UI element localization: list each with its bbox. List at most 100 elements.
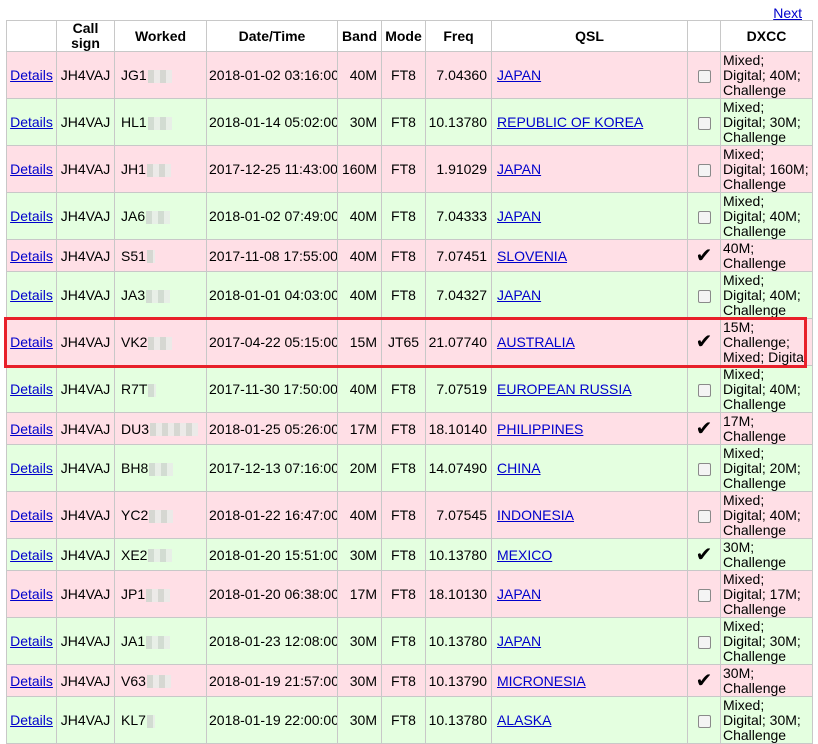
worked-callsign: V63 (121, 672, 146, 689)
details-link[interactable]: Details (10, 460, 53, 476)
band-cell: 30M (337, 664, 382, 697)
mode-cell: FT8 (381, 617, 426, 665)
redacted-callsign (149, 462, 174, 476)
qsl-entity-link[interactable]: PHILIPPINES (497, 421, 583, 437)
col-details-header (6, 20, 57, 52)
checkbox[interactable] (697, 69, 711, 83)
qsl-entity-link[interactable]: JAPAN (497, 633, 541, 649)
checkbox[interactable] (697, 383, 711, 397)
checkbox[interactable] (697, 163, 711, 177)
details-cell: Details (6, 51, 57, 99)
checkbox[interactable] (697, 462, 711, 476)
checkbox[interactable] (697, 509, 711, 523)
worked-callsign: JA6 (121, 208, 146, 224)
worked-cell: XE2 (114, 538, 207, 571)
next-page-link[interactable]: Next (773, 5, 802, 21)
details-link[interactable]: Details (10, 114, 53, 130)
freq-cell: 14.07490 (425, 444, 492, 492)
freq-cell: 7.04360 (425, 51, 492, 99)
call-sign-cell: JH4VAJ (56, 491, 115, 539)
datetime-cell: 2018-01-19 21:57:00 (206, 664, 338, 697)
checkbox[interactable] (697, 714, 711, 728)
checkbox[interactable] (697, 635, 711, 649)
qsl-entity-link[interactable]: ALASKA (497, 712, 551, 728)
dxcc-cell: Mixed; Digital; 40M; Challenge (720, 192, 813, 240)
mode-cell: FT8 (381, 570, 426, 618)
qsl-entity-link[interactable]: INDONESIA (497, 507, 574, 523)
details-link[interactable]: Details (10, 633, 53, 649)
call-sign-cell: JH4VAJ (56, 192, 115, 240)
qsl-cell: JAPAN (491, 51, 688, 99)
mode-cell: FT8 (381, 696, 426, 744)
qsl-entity-link[interactable]: JAPAN (497, 67, 541, 83)
checkbox[interactable] (697, 116, 711, 130)
worked-cell: DU3 (114, 412, 207, 445)
redacted-callsign (146, 163, 171, 177)
band-cell: 30M (337, 538, 382, 571)
qsl-cell: JAPAN (491, 617, 688, 665)
qsl-cell: JAPAN (491, 271, 688, 319)
datetime-cell: 2018-01-01 04:03:00 (206, 271, 338, 319)
details-cell: Details (6, 98, 57, 146)
confirm-cell (687, 51, 721, 99)
qsl-entity-link[interactable]: MICRONESIA (497, 673, 586, 689)
confirm-cell (687, 271, 721, 319)
details-link[interactable]: Details (10, 547, 53, 563)
mode-cell: FT8 (381, 444, 426, 492)
qsl-entity-link[interactable]: JAPAN (497, 287, 541, 303)
table-row: Details JH4VAJ DU3 2018-01-25 05:26:00 17M FT… (6, 412, 813, 445)
worked-cell: BH8 (114, 444, 207, 492)
confirm-cell (687, 365, 721, 413)
qsl-entity-link[interactable]: REPUBLIC OF KOREA (497, 114, 643, 130)
details-link[interactable]: Details (10, 712, 53, 728)
details-link[interactable]: Details (10, 586, 53, 602)
qsl-cell: ALASKA (491, 696, 688, 744)
qsl-entity-link[interactable]: AUSTRALIA (497, 334, 575, 350)
details-link[interactable]: Details (10, 287, 53, 303)
table-row: Details JH4VAJ JH1 2017-12-25 11:43:00 160M F… (6, 145, 813, 193)
checkbox[interactable] (697, 210, 711, 224)
details-cell: Details (6, 271, 57, 319)
table-row: Details JH4VAJ JA1 2018-01-23 12:08:00 30M FT… (6, 617, 813, 665)
mode-cell: FT8 (381, 145, 426, 193)
checkbox[interactable] (697, 289, 711, 303)
qsl-cell: CHINA (491, 444, 688, 492)
checkmark-icon: ✔ (695, 417, 713, 440)
redacted-callsign (146, 675, 171, 689)
qsl-cell: SLOVENIA (491, 239, 688, 272)
details-link[interactable]: Details (10, 248, 53, 264)
details-link[interactable]: Details (10, 334, 53, 350)
qsl-entity-link[interactable]: JAPAN (497, 161, 541, 177)
checkbox[interactable] (697, 588, 711, 602)
worked-callsign: YC2 (121, 507, 149, 523)
band-cell: 20M (337, 444, 382, 492)
details-link[interactable]: Details (10, 507, 53, 523)
freq-cell: 7.07519 (425, 365, 492, 413)
worked-cell: JH1 (114, 145, 207, 193)
worked-callsign: BH8 (121, 460, 149, 476)
qsl-entity-link[interactable]: SLOVENIA (497, 248, 567, 264)
qsl-entity-link[interactable]: JAPAN (497, 586, 541, 602)
details-link[interactable]: Details (10, 673, 53, 689)
worked-cell: JA1 (114, 617, 207, 665)
qsl-entity-link[interactable]: MEXICO (497, 547, 552, 563)
mode-cell: FT8 (381, 491, 426, 539)
band-cell: 30M (337, 617, 382, 665)
qsl-entity-link[interactable]: CHINA (497, 460, 541, 476)
details-link[interactable]: Details (10, 67, 53, 83)
worked-callsign: VK2 (121, 334, 148, 350)
checkmark-icon: ✔ (695, 669, 713, 692)
mode-cell: FT8 (381, 192, 426, 240)
freq-cell: 1.91029 (425, 145, 492, 193)
redacted-callsign (146, 210, 171, 224)
qsl-entity-link[interactable]: JAPAN (497, 208, 541, 224)
call-sign-cell: JH4VAJ (56, 318, 115, 366)
qsl-entity-link[interactable]: EUROPEAN RUSSIA (497, 381, 632, 397)
details-link[interactable]: Details (10, 381, 53, 397)
datetime-cell: 2018-01-02 03:16:00 (206, 51, 338, 99)
details-link[interactable]: Details (10, 208, 53, 224)
call-sign-cell: JH4VAJ (56, 664, 115, 697)
details-link[interactable]: Details (10, 161, 53, 177)
worked-cell: JA6 (114, 192, 207, 240)
details-link[interactable]: Details (10, 421, 53, 437)
